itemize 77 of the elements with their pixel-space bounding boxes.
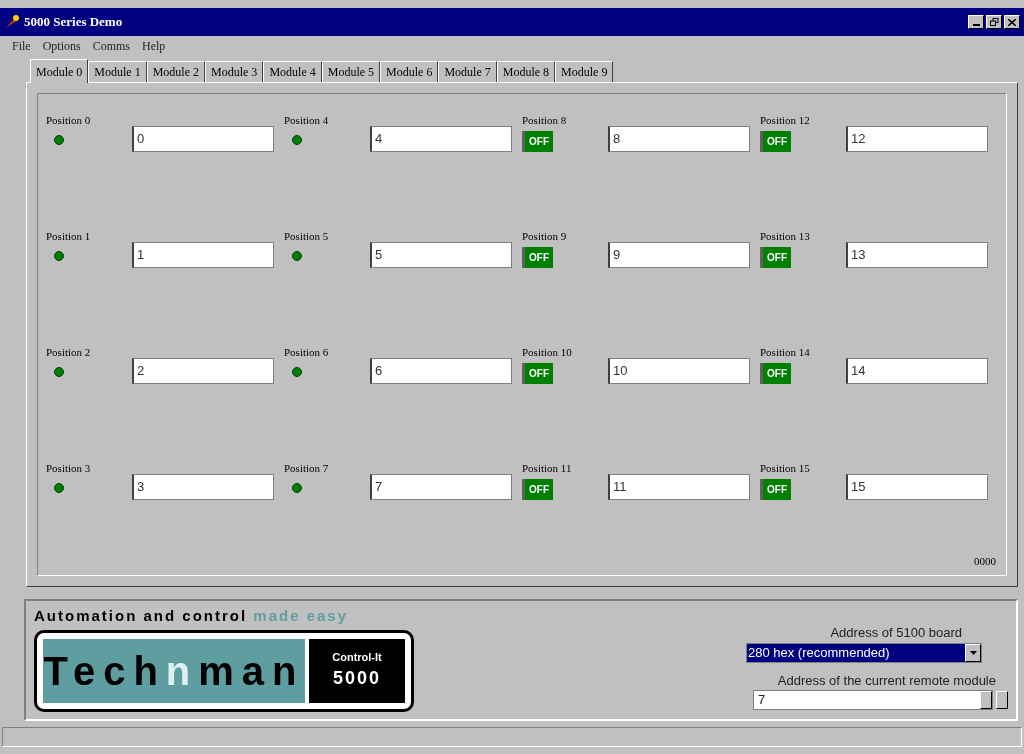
- toggle-switch[interactable]: OFF: [522, 478, 553, 500]
- value-field[interactable]: 4: [370, 126, 512, 152]
- position-label: Position 12: [760, 113, 810, 128]
- restore-icon: [989, 18, 999, 26]
- maximize-button[interactable]: [986, 15, 1002, 29]
- value-field[interactable]: 2: [132, 358, 274, 384]
- menu-item[interactable]: File: [12, 37, 31, 55]
- value-field[interactable]: 0: [132, 126, 274, 152]
- value-field[interactable]: 7: [370, 474, 512, 500]
- position-label: Position 8: [522, 113, 567, 128]
- tab[interactable]: Module 7: [438, 61, 497, 82]
- tab[interactable]: Module 9: [555, 61, 614, 82]
- tab[interactable]: Module 5: [321, 61, 381, 82]
- logo-brand: Tech n man: [43, 638, 305, 703]
- position-label: Position 7: [284, 461, 329, 476]
- position-label: Position 1: [46, 229, 91, 244]
- value-field[interactable]: 8: [608, 126, 750, 152]
- position-label: Position 4: [284, 113, 329, 128]
- menu-item[interactable]: Comms: [92, 37, 131, 55]
- model-number: 5000: [332, 667, 381, 691]
- tab[interactable]: Module 1: [88, 61, 147, 82]
- position-label: Position 15: [760, 461, 810, 476]
- tab[interactable]: Module 0: [30, 59, 89, 83]
- position-label: Position 11: [522, 461, 572, 476]
- toggle-switch[interactable]: OFF: [760, 478, 791, 500]
- position-label: Position 13: [760, 229, 810, 244]
- module-address-field[interactable]: 7: [753, 690, 993, 710]
- value-field[interactable]: 5: [370, 242, 512, 268]
- position-label: Position 5: [284, 229, 329, 244]
- window-title: 5000 Series Demo: [24, 13, 123, 32]
- toggle-switch[interactable]: OFF: [760, 130, 791, 152]
- status-code: 0000: [974, 553, 996, 569]
- position-label: Position 2: [46, 345, 91, 360]
- value-field[interactable]: 9: [608, 242, 750, 268]
- tab[interactable]: Module 8: [496, 61, 556, 82]
- minimize-button[interactable]: [968, 15, 984, 29]
- position-label: Position 6: [284, 345, 329, 360]
- board-address-dropdown[interactable]: 280 hex (recommended): [746, 642, 982, 663]
- value-field[interactable]: 13: [846, 242, 988, 268]
- position-label: Position 14: [760, 345, 810, 360]
- value-field[interactable]: 1: [132, 242, 274, 268]
- toggle-switch[interactable]: OFF: [760, 362, 791, 384]
- value-field[interactable]: 15: [846, 474, 988, 500]
- value-field[interactable]: 10: [608, 358, 750, 384]
- toggle-switch[interactable]: OFF: [522, 130, 553, 152]
- caret-icon: [969, 650, 977, 655]
- value-field[interactable]: 12: [846, 126, 988, 152]
- value-field[interactable]: 3: [132, 474, 274, 500]
- tab[interactable]: Module 3: [205, 61, 264, 82]
- toggle-switch[interactable]: OFF: [760, 246, 791, 268]
- dropdown-button[interactable]: [965, 643, 981, 662]
- position-label: Position 0: [46, 113, 91, 128]
- toggle-switch[interactable]: OFF: [522, 246, 553, 268]
- tab[interactable]: Module 2: [146, 61, 206, 82]
- logo-tagline: Automation and control made easy: [34, 606, 350, 626]
- value-field[interactable]: 11: [608, 474, 750, 500]
- module-address-label: Address of the current remote module: [777, 671, 996, 690]
- minimize-icon: [972, 24, 980, 26]
- position-label: Position 3: [46, 461, 91, 476]
- module-address-value: 7: [757, 691, 767, 710]
- tab[interactable]: Module 4: [263, 61, 322, 82]
- toggle-switch[interactable]: OFF: [522, 362, 553, 384]
- position-label: Position 10: [522, 345, 572, 360]
- app-icon: [4, 14, 20, 30]
- tab[interactable]: Module 6: [380, 61, 439, 82]
- position-label: Position 9: [522, 229, 567, 244]
- menu-item[interactable]: Help: [142, 37, 166, 55]
- board-address-label: Address of 5100 board: [830, 624, 962, 642]
- board-address-value: 280 hex (recommended): [747, 643, 965, 662]
- value-field[interactable]: 14: [846, 358, 988, 384]
- scroll-button[interactable]: [996, 691, 1008, 709]
- value-field[interactable]: 6: [370, 358, 512, 384]
- close-button[interactable]: [1004, 15, 1020, 29]
- spin-buttons[interactable]: [980, 691, 992, 709]
- product-name: Control-It: [332, 649, 382, 665]
- close-icon: [1008, 18, 1016, 26]
- menu-item[interactable]: Options: [42, 37, 81, 55]
